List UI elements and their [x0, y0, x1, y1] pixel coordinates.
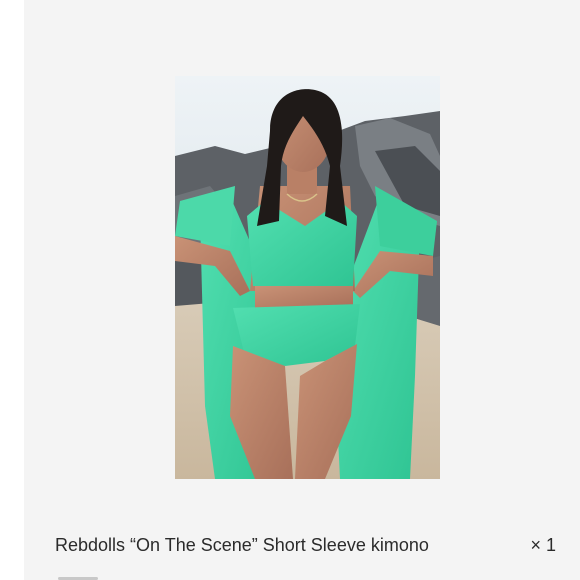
- product-title[interactable]: Rebdolls “On The Scene” Short Sleeve kim…: [55, 534, 429, 556]
- page: Rebdolls “On The Scene” Short Sleeve kim…: [0, 0, 580, 580]
- product-image[interactable]: [175, 76, 440, 479]
- quantity-label: × 1: [530, 535, 556, 555]
- product-subtitle-placeholder: [58, 575, 128, 580]
